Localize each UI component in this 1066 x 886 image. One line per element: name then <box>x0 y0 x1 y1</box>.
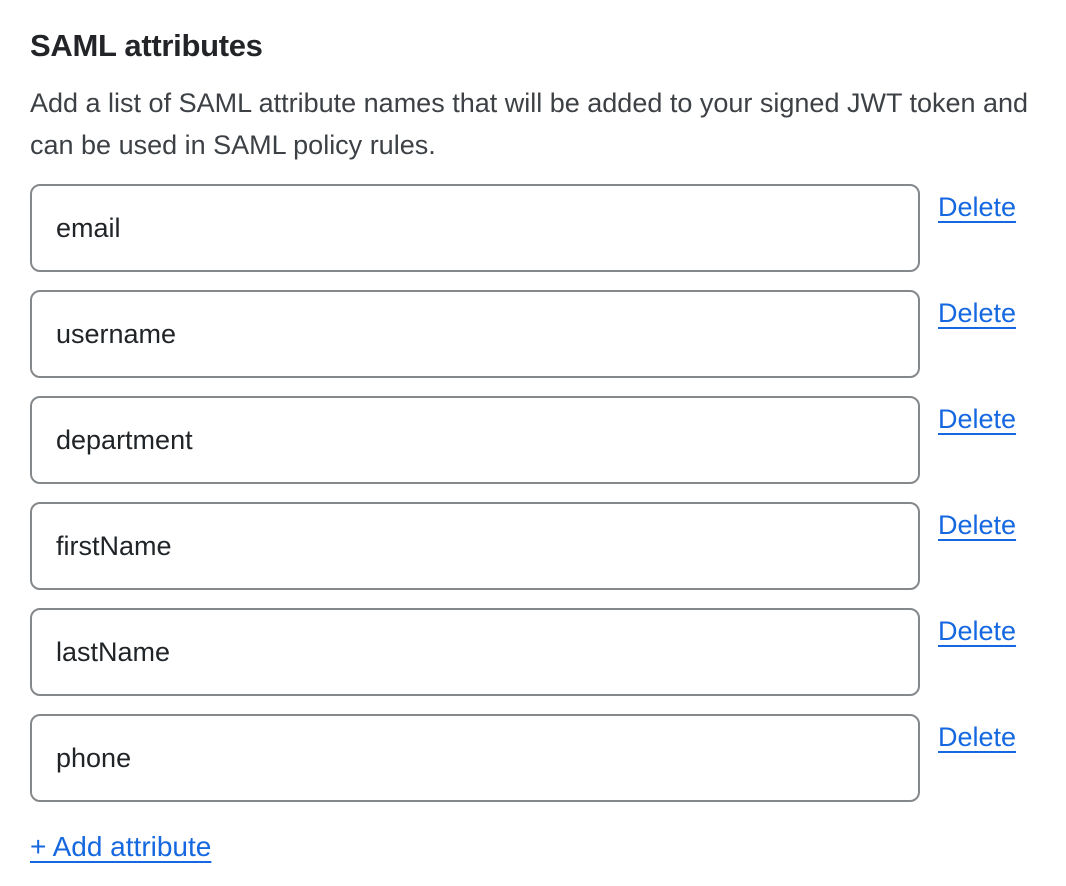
attribute-input[interactable] <box>30 502 920 590</box>
delete-link[interactable]: Delete <box>938 617 1016 647</box>
add-attribute-link[interactable]: + Add attribute <box>30 832 211 863</box>
section-description: Add a list of SAML attribute names that … <box>30 82 1036 166</box>
delete-link[interactable]: Delete <box>938 299 1016 329</box>
delete-link[interactable]: Delete <box>938 511 1016 541</box>
attribute-list: Delete Delete Delete Delete Delete Delet… <box>30 184 1036 802</box>
attribute-input[interactable] <box>30 714 920 802</box>
attribute-row: Delete <box>30 502 1036 590</box>
attribute-row: Delete <box>30 184 1036 272</box>
attribute-row: Delete <box>30 396 1036 484</box>
attribute-input[interactable] <box>30 184 920 272</box>
attribute-input[interactable] <box>30 608 920 696</box>
saml-attributes-section: SAML attributes Add a list of SAML attri… <box>0 0 1066 863</box>
attribute-row: Delete <box>30 714 1036 802</box>
attribute-input[interactable] <box>30 290 920 378</box>
page-title: SAML attributes <box>30 26 1036 66</box>
attribute-row: Delete <box>30 290 1036 378</box>
attribute-row: Delete <box>30 608 1036 696</box>
attribute-input[interactable] <box>30 396 920 484</box>
delete-link[interactable]: Delete <box>938 193 1016 223</box>
delete-link[interactable]: Delete <box>938 405 1016 435</box>
delete-link[interactable]: Delete <box>938 723 1016 753</box>
